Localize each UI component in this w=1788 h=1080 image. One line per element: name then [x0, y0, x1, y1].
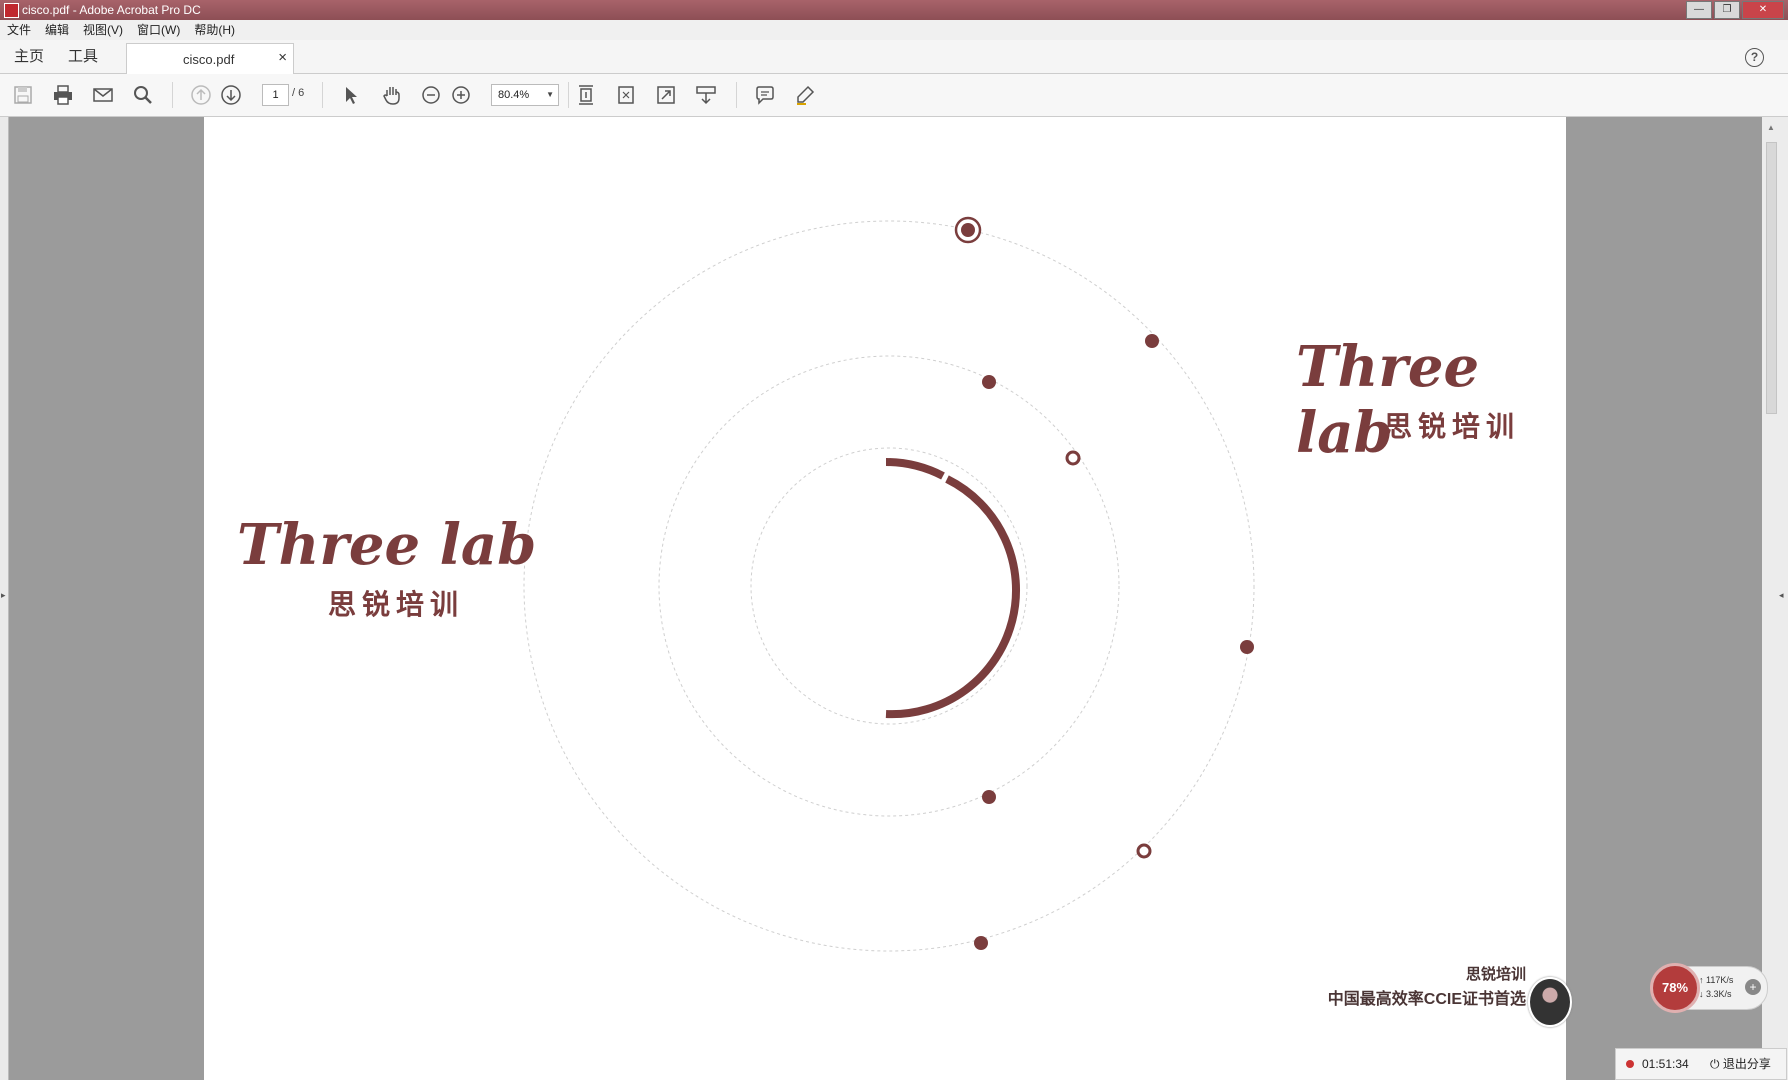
scroll-mode-icon[interactable]	[575, 84, 597, 106]
print-icon[interactable]	[52, 84, 74, 106]
hand-icon[interactable]	[381, 84, 403, 106]
title-bar: cisco.pdf - Adobe Acrobat Pro DC — ❐ ✕	[0, 0, 1788, 20]
scrollbar-thumb[interactable]	[1766, 142, 1777, 414]
pdf-page: Three lab 思锐培训 Three lab 思锐培训	[204, 117, 1566, 1080]
tab-tools[interactable]: 工具	[68, 40, 98, 73]
zoom-select[interactable]: 80.4% ▼	[491, 84, 559, 106]
toolbar: 1 / 6 80.4% ▼	[0, 74, 1788, 117]
zoom-in-icon[interactable]	[450, 84, 472, 106]
acrobat-app-icon	[4, 3, 19, 18]
right-panel-toggle-icon[interactable]: ◂	[1779, 590, 1784, 601]
vertical-scrollbar[interactable]: ▲	[1762, 117, 1788, 1080]
download-speed: ↓ 3.3K/s	[1699, 989, 1732, 999]
left-panel-toggle-icon[interactable]: ▸	[1, 590, 6, 601]
minimize-button[interactable]: —	[1686, 1, 1712, 19]
upload-speed: ↑ 117K/s	[1699, 975, 1734, 985]
chevron-down-icon: ▼	[546, 90, 554, 99]
record-dot-icon	[1626, 1060, 1634, 1068]
comment-icon[interactable]	[754, 84, 776, 106]
close-window-button[interactable]: ✕	[1742, 1, 1784, 19]
scroll-up-icon[interactable]: ▲	[1767, 123, 1775, 132]
plus-icon[interactable]: +	[1745, 979, 1761, 995]
menu-help[interactable]: 帮助(H)	[187, 20, 242, 40]
page-total: / 6	[292, 87, 305, 99]
brand-cn-left: 思锐培训	[328, 588, 465, 621]
window-title: cisco.pdf - Adobe Acrobat Pro DC	[22, 3, 201, 17]
menu-file[interactable]: 文件	[0, 20, 38, 40]
footer-slogan: 中国最高效率CCIE证书首选	[1327, 991, 1526, 1008]
avatar	[1528, 977, 1572, 1027]
email-icon[interactable]	[92, 84, 114, 106]
menu-window[interactable]: 窗口(W)	[130, 20, 187, 40]
share-record-bar: 01:51:34 ⏻ 退出分享	[1615, 1048, 1787, 1080]
tab-document[interactable]: cisco.pdf ×	[126, 43, 294, 74]
tab-home[interactable]: 主页	[14, 40, 44, 73]
brand-logo-left: Three lab	[237, 512, 537, 578]
save-icon[interactable]	[12, 84, 34, 106]
zoom-out-icon[interactable]	[420, 84, 442, 106]
brand-logo-right: Three lab	[1296, 334, 1480, 466]
tab-close-icon[interactable]: ×	[278, 49, 287, 66]
next-page-icon[interactable]	[220, 84, 242, 106]
search-icon[interactable]	[132, 84, 154, 106]
highlight-icon[interactable]	[794, 84, 816, 106]
help-icon[interactable]: ?	[1745, 48, 1764, 67]
record-time: 01:51:34	[1642, 1057, 1689, 1071]
footer-brand: 思锐培训	[1465, 966, 1526, 983]
page-extract-icon[interactable]	[695, 84, 717, 106]
select-icon[interactable]	[340, 84, 362, 106]
prev-page-icon[interactable]	[190, 84, 212, 106]
tab-document-label: cisco.pdf	[183, 52, 235, 67]
zoom-value: 80.4%	[498, 89, 530, 101]
restore-button[interactable]: ❐	[1714, 1, 1740, 19]
page-number-input[interactable]: 1	[262, 84, 289, 106]
menu-bar: 文件 编辑 视图(V) 窗口(W) 帮助(H)	[0, 20, 1788, 41]
fullscreen-icon[interactable]	[655, 84, 677, 106]
exit-share-button[interactable]: ⏻ 退出分享	[1710, 1049, 1771, 1079]
network-percent-badge[interactable]: 78%	[1650, 963, 1700, 1013]
menu-edit[interactable]: 编辑	[38, 20, 76, 40]
tab-bar: 主页 工具 cisco.pdf × ?	[0, 40, 1788, 74]
fit-page-icon[interactable]	[615, 84, 637, 106]
menu-view[interactable]: 视图(V)	[76, 20, 130, 40]
brand-cn-right: 思锐培训	[1384, 410, 1521, 443]
